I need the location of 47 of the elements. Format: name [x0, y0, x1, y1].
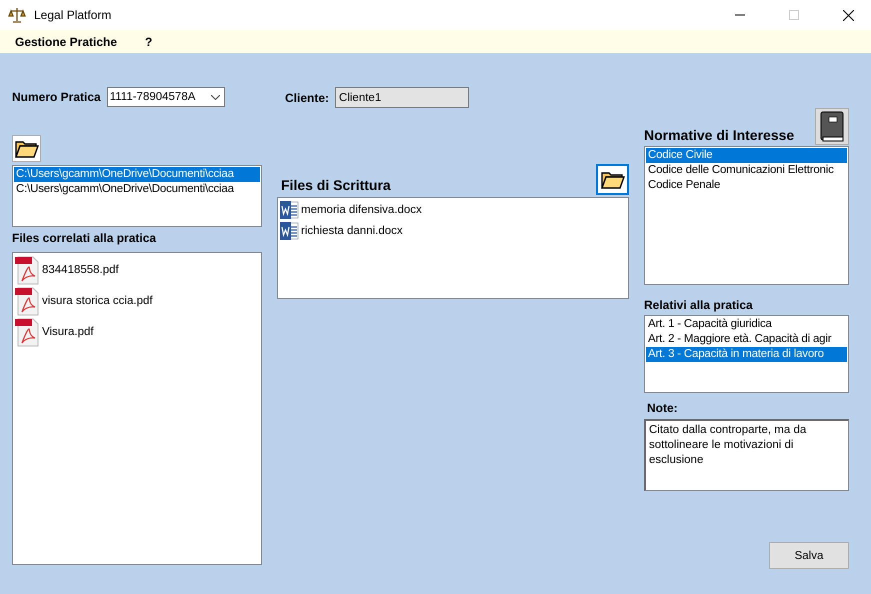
pdf-file-icon: [14, 286, 40, 316]
article-list-item[interactable]: Art. 3 - Capacità in materia di lavoro: [646, 347, 847, 362]
numero-pratica-dropdown[interactable]: 1111-78904578A: [106, 87, 225, 107]
book-button[interactable]: [815, 108, 849, 145]
menu-item[interactable]: Gestione Pratiche: [10, 34, 122, 48]
relativi-label: Relativi alla pratica: [644, 298, 753, 312]
file-name[interactable]: visura storica ccia.pdf: [42, 294, 153, 306]
section-title: Normative di Interesse: [644, 127, 794, 143]
maximize-icon: [789, 10, 799, 20]
save-button[interactable]: Salva: [769, 542, 849, 569]
path-list-item[interactable]: C:\Users\gcamm\OneDrive\Documenti\cciaa: [14, 182, 260, 197]
pdf-file-icon: [14, 316, 40, 346]
file-name[interactable]: memoria difensiva.docx: [301, 204, 422, 216]
chevron-down-icon: [210, 94, 220, 100]
open-folder-button[interactable]: [596, 164, 629, 195]
file-name[interactable]: richiesta danni.docx: [301, 224, 403, 236]
file-name[interactable]: Visura.pdf: [42, 326, 94, 338]
normative-list-item[interactable]: Codice Civile: [646, 148, 847, 163]
note-field[interactable]: Citato dalla controparte, ma da sottolineare le motivazioni di esclusione: [644, 419, 849, 491]
cliente-field[interactable]: Cliente1: [335, 87, 470, 108]
book-icon: [819, 110, 845, 142]
section-title: Files di Scrittura: [281, 177, 391, 193]
normative-list-item[interactable]: Codice Penale: [646, 178, 847, 193]
path-list[interactable]: C:\Users\gcamm\OneDrive\Documenti\cciaa C:\Users\gcamm\OneDrive\Documenti\cciaa: [12, 165, 262, 227]
folder-icon: [14, 140, 38, 158]
files-correlati-label: Files correlati alla pratica: [12, 231, 156, 245]
normative-list-item[interactable]: Codice delle Comunicazioni Elettronic: [646, 163, 847, 178]
numero-pratica-label: Numero Pratica: [12, 90, 101, 104]
close-icon: [842, 10, 854, 20]
articles-list[interactable]: Art. 1 - Capacità giuridica Art. 2 - Maggiore età. Capacità di agir Art. 3 - Capacità in materia di lavoro: [644, 315, 849, 393]
path-list-item[interactable]: C:\Users\gcamm\OneDrive\Documenti\cciaa: [14, 167, 260, 182]
cliente-label: Cliente:: [285, 90, 330, 104]
file-name[interactable]: 834418558.pdf: [42, 264, 119, 276]
normative-list[interactable]: Codice Civile Codice delle Comunicazioni Elettronic Codice Penale: [644, 146, 849, 285]
related-files-list[interactable]: 834418558.pdf visura storica ccia.pdf Visura.pdf: [12, 252, 262, 565]
menu-item[interactable]: ?: [140, 34, 158, 48]
article-list-item[interactable]: Art. 2 - Maggiore età. Capacità di agir: [646, 332, 847, 347]
article-list-item[interactable]: Art. 1 - Capacità giuridica: [646, 317, 847, 332]
word-document-icon: [279, 220, 299, 240]
writing-files-list[interactable]: memoria difensiva.docx richiesta danni.docx: [277, 197, 629, 299]
note-label: Note:: [647, 401, 678, 415]
open-folder-button[interactable]: [12, 135, 41, 162]
scales-icon: [8, 7, 26, 23]
word-document-icon: [279, 200, 299, 220]
folder-icon: [600, 170, 624, 188]
window-title: Legal Platform: [34, 8, 112, 22]
pdf-file-icon: [14, 254, 40, 284]
